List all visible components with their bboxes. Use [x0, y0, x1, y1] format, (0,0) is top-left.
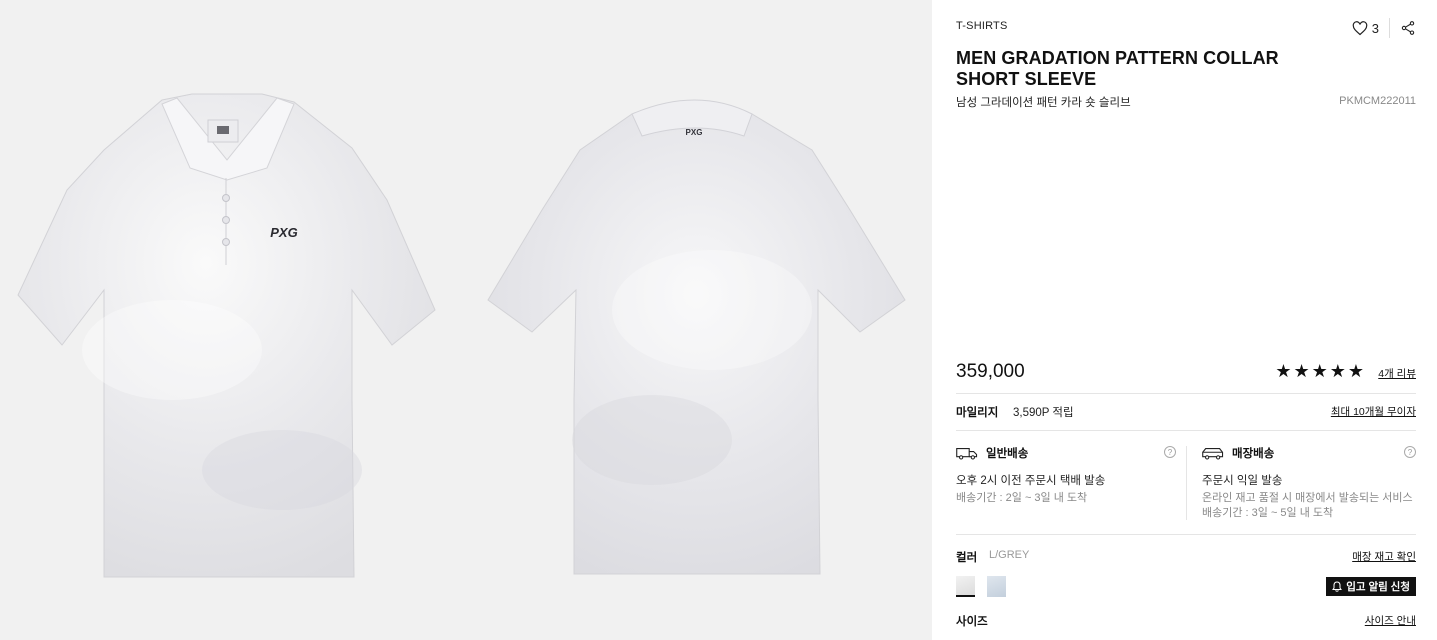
actions-divider: [1389, 18, 1390, 38]
restock-notify-label: 입고 알림 신청: [1346, 581, 1410, 593]
like-button[interactable]: 3: [1352, 21, 1379, 36]
color-swatch-grey[interactable]: [956, 576, 975, 597]
store-shipping-title: 매장배송: [1232, 448, 1275, 460]
polo-shirt-back-illustration: PXG: [487, 99, 906, 575]
divider: [956, 534, 1416, 535]
product-code: PKMCM222011: [1339, 95, 1416, 107]
general-shipping: 일반배송 ? 오후 2시 이전 주문시 택배 발송 배송기간 : 2일 ~ 3일…: [956, 444, 1176, 506]
installment-link[interactable]: 최대 10개월 무이자: [1331, 404, 1416, 419]
product-image-front[interactable]: PXG: [12, 90, 442, 590]
delivery-truck-icon: [956, 448, 978, 460]
bell-icon: [1332, 581, 1343, 592]
store-shipping-service: 온라인 재고 품절 시 매장에서 발송되는 서비스: [1202, 492, 1413, 504]
general-shipping-title: 일반배송: [986, 448, 1029, 460]
color-label: 컬러: [956, 552, 978, 564]
general-shipping-info: 오후 2시 이전 주문시 택배 발송: [956, 475, 1106, 487]
product-subtitle-korean: 남성 그라데이션 패턴 카라 숏 슬리브: [956, 97, 1131, 109]
store-shipping: 매장배송 ? 주문시 익일 발송 온라인 재고 품절 시 매장에서 발송되는 서…: [1202, 444, 1416, 521]
product-image-back[interactable]: PXG: [482, 90, 912, 590]
share-icon: [1401, 21, 1415, 35]
size-guide-link[interactable]: 사이즈 안내: [1365, 613, 1416, 628]
product-price: 359,000: [956, 361, 1025, 382]
divider: [956, 393, 1416, 394]
product-info-panel: T-SHIRTS 3 MEN GRADATION PATTERN COLLAR …: [956, 0, 1416, 640]
pxg-logo: PXG: [270, 225, 297, 240]
store-stock-link[interactable]: 매장 재고 확인: [1352, 549, 1416, 564]
store-shipping-info: 주문시 익일 발송: [1202, 475, 1283, 487]
store-delivery-icon: [1202, 448, 1224, 460]
color-swatch-blue[interactable]: [987, 576, 1006, 597]
selected-color: L/GREY: [989, 549, 1030, 561]
restock-notify-button[interactable]: 입고 알림 신청: [1326, 577, 1416, 596]
share-button[interactable]: [1400, 20, 1416, 36]
heart-icon: [1352, 20, 1368, 35]
product-title: MEN GRADATION PATTERN COLLAR SHORT SLEEV…: [956, 48, 1279, 89]
divider: [956, 430, 1416, 431]
like-count: 3: [1371, 20, 1379, 36]
product-gallery: PXG PXG: [0, 0, 932, 640]
general-shipping-help-icon[interactable]: ?: [1164, 446, 1176, 458]
product-category[interactable]: T-SHIRTS: [956, 20, 1008, 32]
general-shipping-period: 배송기간 : 2일 ~ 3일 내 도착: [956, 492, 1088, 504]
mileage-label: 마일리지: [956, 407, 999, 419]
review-count-link[interactable]: 4개 리뷰: [1378, 366, 1416, 381]
product-actions: 3: [1352, 18, 1416, 38]
store-shipping-period: 배송기간 : 3일 ~ 5일 내 도착: [1202, 507, 1334, 519]
store-shipping-help-icon[interactable]: ?: [1404, 446, 1416, 458]
shipping-divider: [1186, 446, 1187, 520]
pxg-back-logo: PXG: [686, 128, 703, 137]
polo-shirt-front-illustration: PXG: [17, 93, 436, 578]
mileage-value: 3,590P 적립: [1013, 407, 1074, 419]
rating-stars: ★★★★★: [1275, 361, 1366, 381]
size-label: 사이즈: [956, 616, 988, 628]
